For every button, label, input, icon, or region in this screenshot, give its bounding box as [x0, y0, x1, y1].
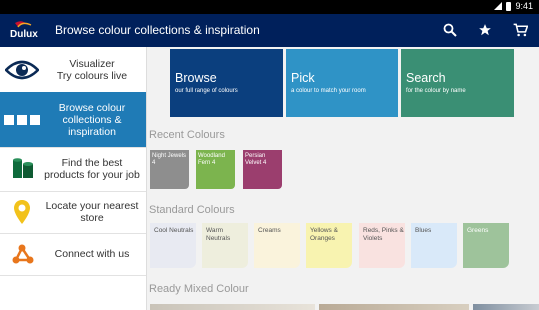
sidebar-item-label: Browse colour collections & inspiration: [58, 101, 126, 138]
recent-swatch[interactable]: Night Jewels 4: [150, 150, 189, 189]
search-icon: [443, 23, 457, 37]
collection-card[interactable]: Yellows & Oranges: [306, 223, 352, 268]
search-button[interactable]: [439, 19, 461, 41]
tile-subtitle: our full range of colours: [175, 88, 238, 94]
sidebar-item-label: Find the best products for your job: [44, 157, 140, 181]
location-pin-icon: [0, 199, 44, 225]
swatch-label: Night Jewels 4: [152, 153, 187, 166]
collection-card[interactable]: Greens: [463, 223, 509, 268]
app-title: Browse colour collections & inspiration: [55, 23, 260, 37]
collection-card[interactable]: Cool Neutrals: [150, 223, 196, 268]
card-label: Reds, Pinks & Violets: [363, 227, 404, 242]
battery-icon: [506, 1, 512, 11]
cart-icon: [513, 23, 528, 37]
ready-mixed-heading: Ready Mixed Colour: [149, 283, 249, 295]
collection-card[interactable]: Reds, Pinks & Violets: [359, 223, 405, 268]
pick-tile[interactable]: Pick a colour to match your room: [286, 49, 398, 117]
recent-swatch[interactable]: Persian Velvet 4: [243, 150, 282, 189]
sidebar-item-label: Locate your nearest store: [45, 200, 139, 224]
standard-colours-heading: Standard Colours: [149, 204, 235, 216]
collection-card[interactable]: Creams: [254, 223, 300, 268]
collection-card[interactable]: Warm Neutrals: [202, 223, 248, 268]
main-content: Browse our full range of colours Pick a …: [147, 47, 539, 310]
collections-icon: [0, 114, 44, 126]
room-photo[interactable]: [319, 304, 469, 310]
sidebar-item-products[interactable]: Find the best products for your job: [0, 147, 146, 192]
room-photo[interactable]: [473, 304, 539, 310]
swatch-label: Persian Velvet 4: [245, 153, 267, 166]
recent-swatch[interactable]: Woodland Fern 4: [196, 150, 235, 189]
sidebar-item-store[interactable]: Locate your nearest store: [0, 191, 146, 234]
card-label: Creams: [258, 227, 281, 234]
app-bar: Dulux Browse colour collections & inspir…: [0, 14, 539, 47]
svg-text:Dulux: Dulux: [10, 29, 38, 40]
favourites-button[interactable]: [474, 19, 496, 41]
tile-subtitle: for the colour by name: [406, 88, 466, 94]
tile-title: Pick: [291, 71, 315, 85]
card-label: Yellows & Oranges: [310, 227, 338, 242]
search-tile[interactable]: Search for the colour by name: [401, 49, 514, 117]
sidebar-item-label: Connect with us: [54, 248, 130, 260]
card-label: Greens: [467, 227, 489, 234]
card-label: Warm Neutrals: [206, 227, 231, 242]
room-photo[interactable]: [150, 304, 315, 310]
dulux-logo: Dulux: [9, 20, 47, 40]
card-label: Blues: [415, 227, 432, 234]
swatch-label: Woodland Fern 4: [198, 153, 225, 166]
sidebar-item-connect[interactable]: Connect with us: [0, 233, 146, 276]
signal-icon: [494, 2, 503, 10]
status-time: 9:41: [515, 1, 533, 11]
tile-title: Search: [406, 71, 446, 85]
tile-title: Browse: [175, 71, 217, 85]
collection-card[interactable]: Blues: [411, 223, 457, 268]
share-icon: [0, 242, 44, 266]
cart-button[interactable]: [509, 19, 531, 41]
status-bar: 9:41: [0, 0, 539, 14]
browse-tile[interactable]: Browse our full range of colours: [170, 49, 283, 117]
tile-subtitle: a colour to match your room: [291, 88, 366, 94]
paint-can-icon: [0, 156, 44, 182]
recent-colours-heading: Recent Colours: [149, 129, 225, 141]
sidebar: Visualizer Try colours live Browse colour…: [0, 47, 147, 310]
sidebar-item-visualizer[interactable]: Visualizer Try colours live: [0, 47, 146, 93]
sidebar-item-browse[interactable]: Browse colour collections & inspiration: [0, 92, 146, 148]
eye-icon: [0, 59, 44, 81]
sidebar-item-label: Visualizer Try colours live: [56, 57, 128, 82]
star-icon: [479, 24, 491, 36]
card-label: Cool Neutrals: [154, 227, 194, 234]
